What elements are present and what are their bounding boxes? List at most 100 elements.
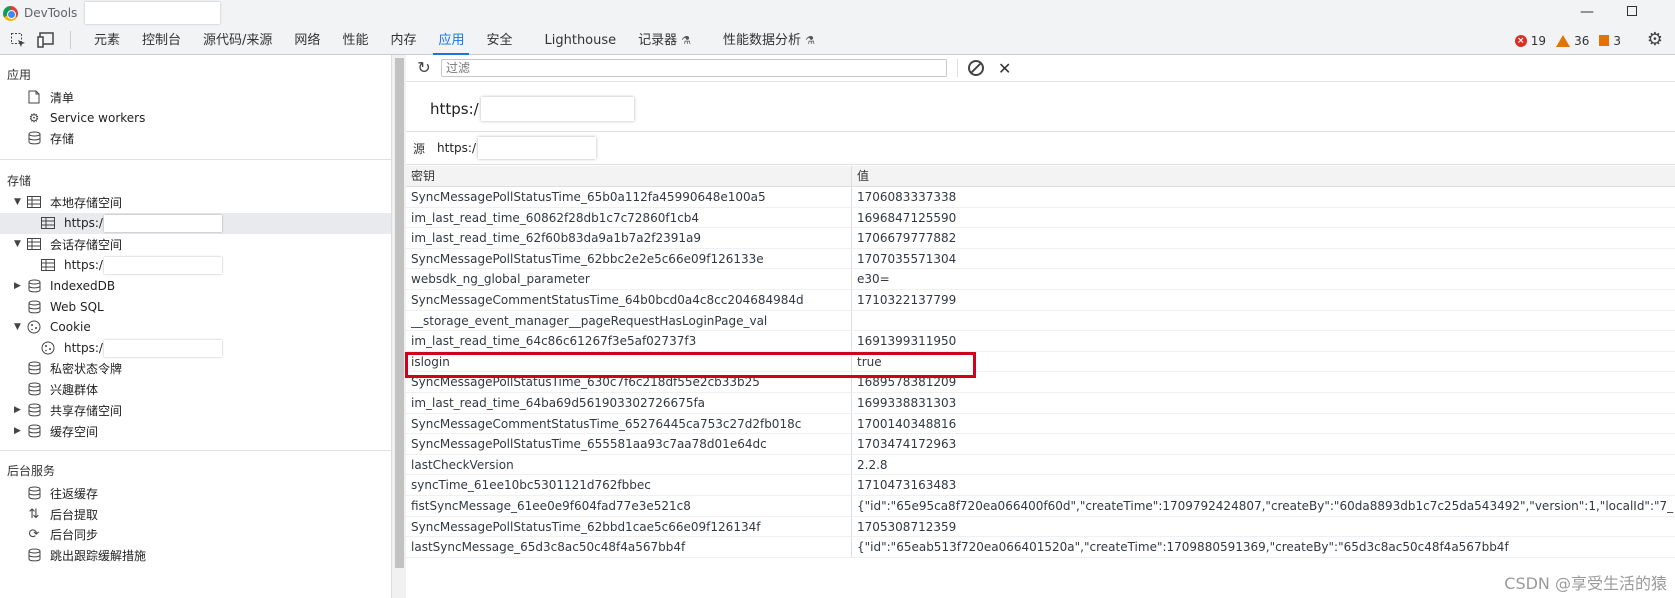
table-row[interactable]: syncTime_61ee10bc5301121d762fbbec 1710473…: [406, 475, 1675, 496]
expand-triangle-icon[interactable]: ▼: [14, 197, 21, 207]
sidebar-item-bounce-tracking-mitigations[interactable]: 跳出跟踪缓解措施: [26, 545, 146, 565]
column-header-key[interactable]: 密钥: [406, 166, 852, 186]
table-row[interactable]: SyncMessagePollStatusTime_62bbd1cae5c66e…: [406, 516, 1675, 538]
row-key[interactable]: SyncMessagePollStatusTime_630c7f6c218df5…: [406, 372, 852, 392]
row-key[interactable]: SyncMessagePollStatusTime_65b0a112fa4599…: [406, 187, 852, 207]
row-key[interactable]: lastSyncMessage_65d3c8ac50c48f4a567bb4f: [406, 537, 852, 557]
tab-recorder[interactable]: 记录器 ⚗: [627, 26, 702, 55]
sidebar-item-service-workers[interactable]: ⚙ Service workers: [26, 108, 146, 128]
row-value[interactable]: 1703474172963: [852, 434, 1675, 454]
sidebar-item-indexeddb[interactable]: ▶ IndexedDB: [14, 276, 115, 296]
sidebar-item-session-storage[interactable]: ▼ 会话存储空间: [14, 234, 122, 254]
tab-lighthouse[interactable]: Lighthouse: [534, 26, 628, 55]
sidebar-item-storage[interactable]: 存储: [26, 128, 74, 148]
table-row[interactable]: websdk_ng_global_parameter e30=: [406, 269, 1675, 290]
row-key[interactable]: SyncMessagePollStatusTime_655581aa93c7aa…: [406, 434, 852, 454]
row-value[interactable]: 1700140348816: [852, 414, 1675, 434]
sidebar-item-session-storage-origin[interactable]: https:/: [40, 255, 222, 275]
row-value[interactable]: 1691399311950: [852, 331, 1675, 351]
warning-count[interactable]: 36: [1556, 34, 1589, 48]
maximize-button[interactable]: [1627, 6, 1637, 16]
tab-application[interactable]: 应用: [427, 26, 475, 55]
sidebar-item-cookie-origin[interactable]: https:/: [40, 338, 222, 358]
row-key[interactable]: websdk_ng_global_parameter: [406, 269, 852, 289]
tab-performance-insights[interactable]: 性能数据分析 ⚗: [712, 26, 826, 55]
table-row[interactable]: SyncMessagePollStatusTime_630c7f6c218df5…: [406, 372, 1675, 393]
row-value[interactable]: true: [852, 352, 1675, 372]
sidebar-item-cache-storage[interactable]: ▶ 缓存空间: [14, 421, 98, 441]
sidebar-item-back-forward-cache[interactable]: 往返缓存: [26, 483, 98, 503]
table-row[interactable]: fistSyncMessage_61ee0e9f604fad77e3e521c8…: [406, 495, 1675, 517]
row-value[interactable]: e30=: [852, 269, 1675, 289]
table-row[interactable]: SyncMessagePollStatusTime_65b0a112fa4599…: [406, 187, 1675, 208]
tab-console[interactable]: 控制台: [131, 26, 192, 55]
table-row[interactable]: im_last_read_time_64c86c61267f3e5af02737…: [406, 331, 1675, 352]
row-key[interactable]: syncTime_61ee10bc5301121d762fbbec: [406, 475, 852, 495]
row-value[interactable]: 1699338831303: [852, 393, 1675, 413]
issues-count[interactable]: 3: [1599, 34, 1621, 48]
row-key[interactable]: SyncMessagePollStatusTime_62bbd1cae5c66e…: [406, 516, 852, 537]
minimize-button[interactable]: —: [1579, 4, 1595, 20]
column-header-value[interactable]: 值: [852, 166, 1675, 186]
row-value[interactable]: 1705308712359: [852, 517, 1675, 537]
row-key[interactable]: SyncMessagePollStatusTime_62bbc2e2e5c66e…: [406, 248, 852, 269]
table-row[interactable]: lastSyncMessage_65d3c8ac50c48f4a567bb4f{…: [406, 537, 1675, 558]
collapse-triangle-icon[interactable]: ▶: [14, 405, 21, 415]
row-value[interactable]: 1706083337338: [852, 187, 1675, 207]
table-row[interactable]: lastCheckVersion 2.2.8: [406, 454, 1675, 476]
row-value[interactable]: 1696847125590: [852, 208, 1675, 228]
table-row[interactable]: im_last_read_time_60862f28db1c7c72860f1c…: [406, 207, 1675, 229]
collapse-triangle-icon[interactable]: ▶: [14, 426, 21, 436]
clear-all-icon[interactable]: [968, 60, 984, 76]
delete-selected-icon[interactable]: ✕: [998, 59, 1011, 78]
sidebar-scrollbar-thumb[interactable]: [395, 58, 404, 568]
sidebar-item-shared-storage[interactable]: ▶ 共享存储空间: [14, 400, 122, 420]
tab-performance[interactable]: 性能: [331, 26, 379, 55]
collapse-triangle-icon[interactable]: ▶: [14, 281, 21, 291]
row-key[interactable]: SyncMessageCommentStatusTime_64b0bcd0a4c…: [406, 289, 852, 310]
sidebar-item-interest-groups[interactable]: 兴趣群体: [26, 379, 98, 399]
expand-triangle-icon[interactable]: ▼: [14, 322, 21, 332]
row-value[interactable]: 1689578381209: [852, 372, 1675, 392]
tab-security[interactable]: 安全: [475, 26, 523, 55]
refresh-icon[interactable]: ↻: [415, 59, 433, 77]
sidebar-item-websql[interactable]: Web SQL: [26, 297, 104, 317]
row-value[interactable]: 1706679777882: [852, 228, 1675, 248]
settings-gear-icon[interactable]: ⚙: [1645, 30, 1665, 50]
row-value[interactable]: 1710322137799: [852, 290, 1675, 310]
expand-triangle-icon[interactable]: ▼: [14, 239, 21, 249]
sidebar-item-local-storage-origin[interactable]: https:/: [40, 213, 222, 233]
table-row[interactable]: __storage_event_manager__pageRequestHasL…: [406, 310, 1675, 332]
tab-elements[interactable]: 元素: [83, 26, 131, 55]
row-key[interactable]: __storage_event_manager__pageRequestHasL…: [406, 310, 852, 331]
sidebar-item-background-sync[interactable]: ⟳ 后台同步: [26, 524, 98, 544]
table-row[interactable]: SyncMessageCommentStatusTime_65276445ca7…: [406, 413, 1675, 435]
row-key[interactable]: im_last_read_time_64c86c61267f3e5af02737…: [406, 331, 852, 351]
row-key[interactable]: SyncMessageCommentStatusTime_65276445ca7…: [406, 413, 852, 434]
sidebar-item-cookie[interactable]: ▼ Cookie: [14, 317, 91, 337]
tab-memory[interactable]: 内存: [379, 26, 427, 55]
sidebar-scrollbar[interactable]: [391, 55, 406, 598]
tab-sources[interactable]: 源代码/来源: [192, 26, 283, 55]
row-value[interactable]: 2.2.8: [852, 455, 1675, 475]
table-row[interactable]: SyncMessageCommentStatusTime_64b0bcd0a4c…: [406, 289, 1675, 311]
row-key[interactable]: im_last_read_time_64ba69d561903302726675…: [406, 392, 852, 413]
row-value[interactable]: {"id":"65e95ca8f720ea066400f60d","create…: [852, 496, 1675, 516]
row-key[interactable]: islogin: [406, 351, 852, 372]
table-row[interactable]: SyncMessagePollStatusTime_62bbc2e2e5c66e…: [406, 248, 1675, 270]
table-row[interactable]: SyncMessagePollStatusTime_655581aa93c7aa…: [406, 434, 1675, 455]
tab-network[interactable]: 网络: [283, 26, 331, 55]
sidebar-item-private-state-tokens[interactable]: 私密状态令牌: [26, 358, 122, 378]
row-value[interactable]: [852, 311, 1675, 331]
error-count[interactable]: × 19: [1514, 34, 1546, 48]
table-row[interactable]: im_last_read_time_64ba69d561903302726675…: [406, 392, 1675, 414]
sidebar-item-local-storage[interactable]: ▼ 本地存储空间: [14, 192, 122, 212]
device-toolbar-icon[interactable]: [36, 30, 56, 50]
row-value[interactable]: {"id":"65eab513f720ea066401520a","create…: [852, 537, 1675, 557]
row-value[interactable]: 1707035571304: [852, 249, 1675, 269]
sidebar-item-manifest[interactable]: 清单: [26, 87, 74, 107]
inspect-element-icon[interactable]: [8, 30, 28, 50]
row-value[interactable]: 1710473163483: [852, 475, 1675, 495]
row-key[interactable]: lastCheckVersion: [406, 454, 852, 475]
row-key[interactable]: fistSyncMessage_61ee0e9f604fad77e3e521c8: [406, 495, 852, 516]
